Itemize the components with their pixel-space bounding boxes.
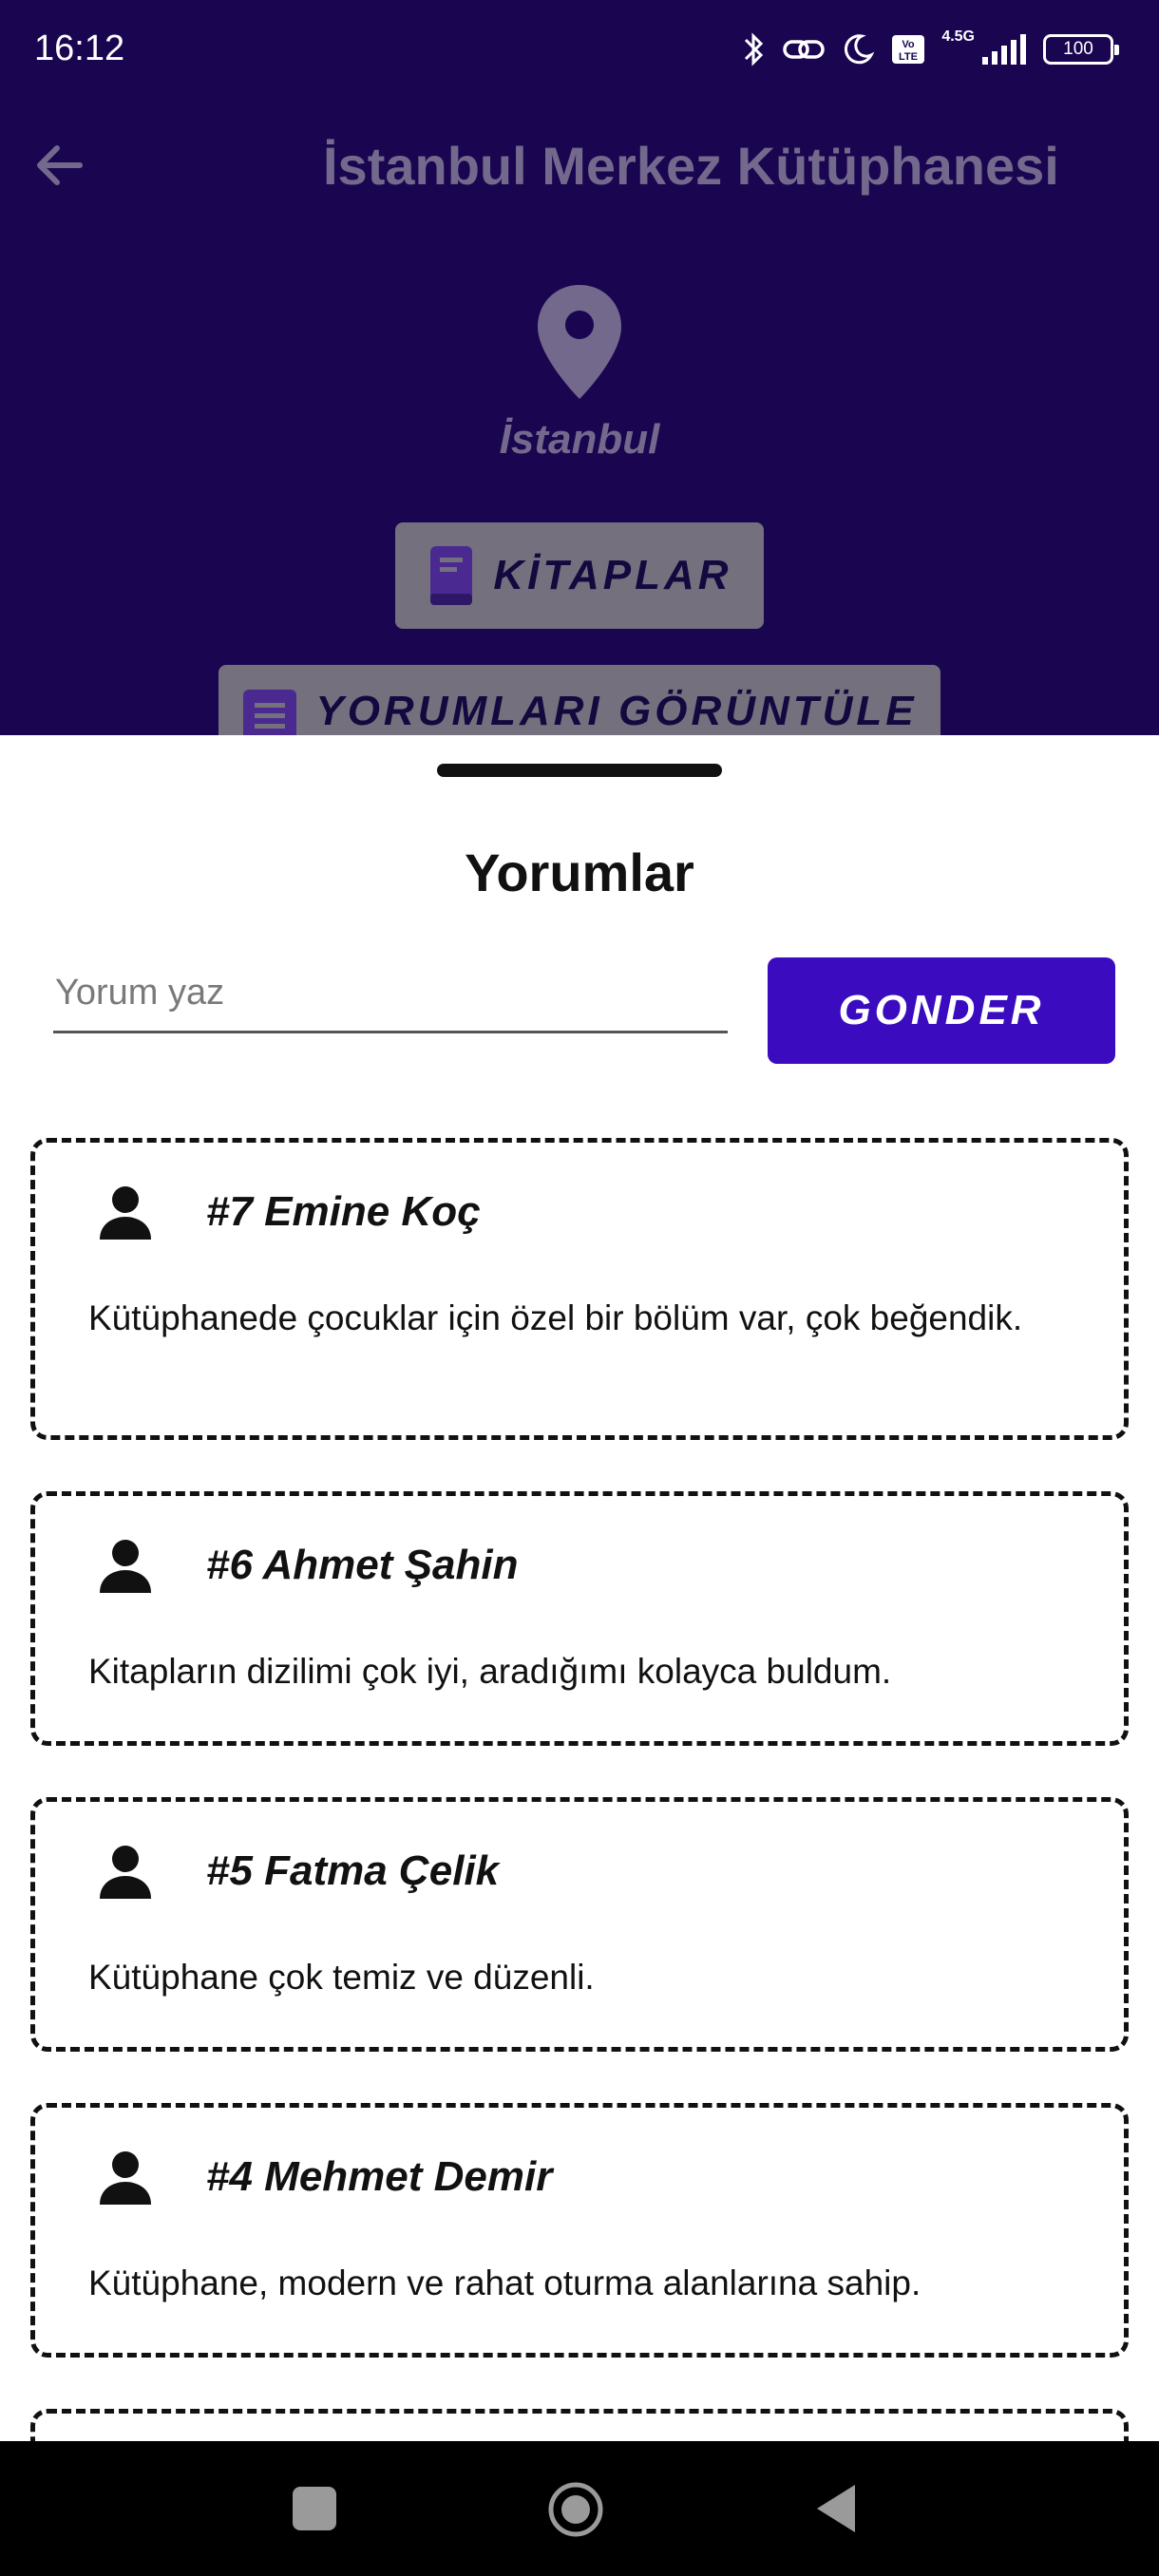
book-icon: [430, 546, 473, 605]
comment-card: #7 Emine Koç Kütüphanede çocuklar için ö…: [30, 1138, 1129, 1440]
comment-card: #4 Mehmet Demir Kütüphane, modern ve rah…: [30, 2103, 1129, 2358]
comment-card: #6 Ahmet Şahin Kitapların dizilimi çok i…: [30, 1491, 1129, 1746]
status-icons: Vo LTE 4.5G 100: [742, 28, 1119, 70]
battery-level: 100: [1063, 39, 1093, 59]
page-title: İstanbul Merkez Kütüphanesi: [323, 136, 1059, 196]
comment-text: Kütüphane, modern ve rahat oturma alanla…: [88, 2263, 922, 2302]
svg-text:LTE: LTE: [899, 51, 918, 63]
books-button[interactable]: KİTAPLAR: [395, 522, 764, 629]
send-button[interactable]: GONDER: [768, 957, 1115, 1064]
comment-author: #6 Ahmet Şahin: [206, 1542, 519, 1588]
link-icon: [783, 40, 826, 59]
person-icon: [100, 1540, 151, 1593]
volte-icon: VoLTE: [892, 35, 925, 64]
person-icon: [100, 1846, 151, 1899]
system-nav-bar: [0, 2441, 1159, 2576]
bluetooth-icon: [745, 32, 764, 66]
back-arrow-icon[interactable]: [28, 135, 89, 196]
drag-handle[interactable]: [437, 764, 722, 777]
nav-back-icon[interactable]: [813, 2483, 857, 2534]
comment-author: #4 Mehmet Demir: [206, 2153, 553, 2200]
signal-icon: [982, 34, 1026, 65]
comment-text: Kitapların dizilimi çok iyi, aradığımı k…: [88, 1652, 892, 1691]
svg-text:Vo: Vo: [902, 39, 916, 50]
person-icon: [100, 2151, 151, 2205]
comment-author: #7 Emine Koç: [206, 1188, 481, 1235]
city-label: İstanbul: [499, 416, 660, 463]
status-time: 16:12: [34, 28, 125, 68]
comment-card: #5 Fatma Çelik Kütüphane çok temiz ve dü…: [30, 1797, 1129, 2052]
battery-icon: 100: [1043, 34, 1119, 65]
comment-author: #5 Fatma Çelik: [206, 1847, 500, 1894]
view-comments-label: YORUMLARI GÖRÜNTÜLE: [315, 688, 918, 734]
app-bar: İstanbul Merkez Kütüphanesi: [0, 101, 1159, 224]
sheet-title: Yorumlar: [465, 843, 694, 902]
comment-card-partial: [30, 2409, 1129, 2441]
home-icon[interactable]: [547, 2481, 604, 2538]
person-icon: [100, 1186, 151, 1240]
comments-bottom-sheet: Yorumlar GONDER #7 Emine Koç Kütüphanede…: [0, 735, 1159, 2441]
network-type: 4.5G: [941, 28, 975, 45]
comment-input[interactable]: [53, 956, 728, 1033]
library-detail-screen: 16:12 Vo LTE 4.5G 100 İstanbul Merkez Küt…: [0, 0, 1159, 779]
comment-text: Kütüphanede çocuklar için özel bir bölüm…: [88, 1298, 1023, 1337]
comment-text: Kütüphane çok temiz ve düzenli.: [88, 1958, 595, 1997]
status-bar: 16:12 Vo LTE 4.5G 100: [0, 0, 1159, 101]
map-pin-icon: [538, 285, 621, 399]
moon-icon: [845, 34, 875, 65]
books-button-label: KİTAPLAR: [493, 552, 732, 598]
recents-icon[interactable]: [293, 2487, 336, 2530]
